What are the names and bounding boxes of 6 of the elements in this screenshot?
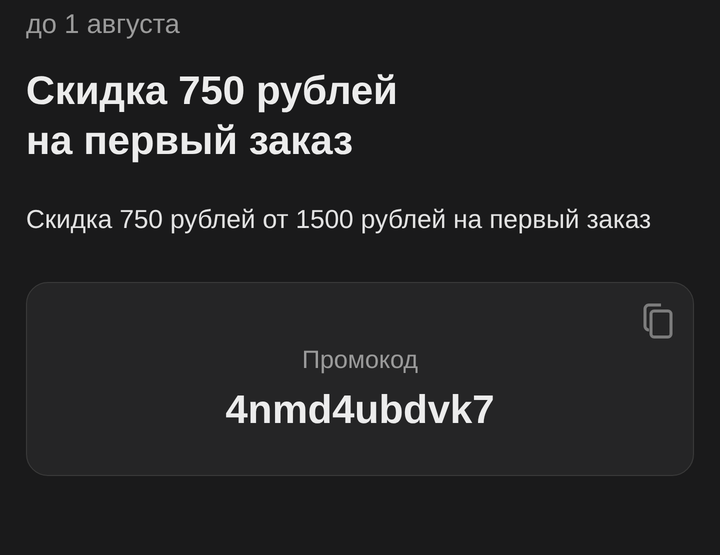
promo-code: 4nmd4ubdvk7 [226,386,494,434]
offer-title: Скидка 750 рублей на первый заказ [26,68,399,165]
validity-date: до 1 августа [26,8,181,41]
offer-description: Скидка 750 рублей от 1500 рублей на первый заказ [26,203,652,236]
promo-label: Промокод [302,345,418,376]
copy-icon[interactable] [641,303,673,339]
